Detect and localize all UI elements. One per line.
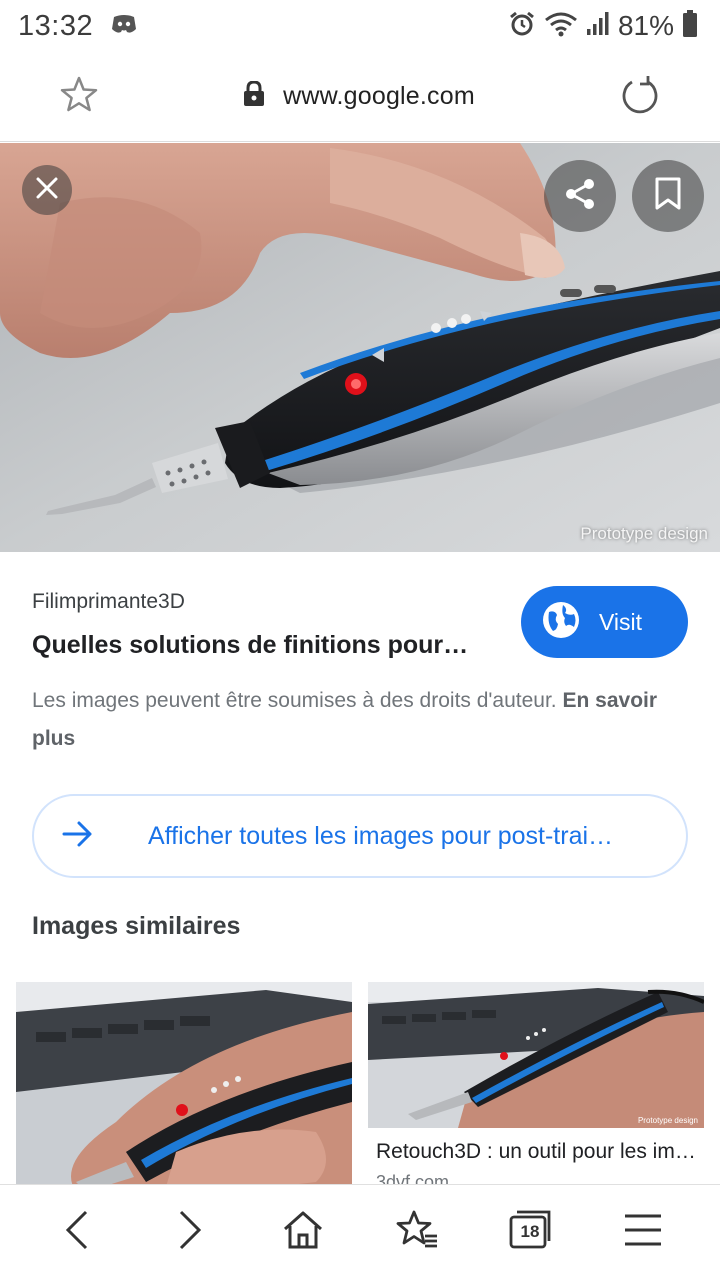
- bookmarks-icon: [395, 1209, 439, 1256]
- show-all-images-label: Afficher toutes les images pour post-tra…: [148, 821, 618, 850]
- menu-icon: [624, 1213, 662, 1252]
- reload-icon[interactable]: [620, 74, 660, 119]
- bookmark-icon: [654, 177, 682, 216]
- url-text: www.google.com: [283, 82, 475, 110]
- visit-button[interactable]: Visit: [521, 586, 688, 658]
- visit-label: Visit: [599, 608, 643, 635]
- url-bar: www.google.com: [0, 52, 720, 142]
- bookmark-button[interactable]: [632, 160, 704, 232]
- home-button[interactable]: [273, 1203, 333, 1263]
- forward-icon: [175, 1210, 205, 1255]
- lock-icon: [243, 80, 265, 112]
- share-button[interactable]: [544, 160, 616, 232]
- image-watermark: Prototype design: [580, 524, 708, 543]
- tab-count: 18: [520, 1221, 540, 1241]
- back-button[interactable]: [47, 1203, 107, 1263]
- status-time: 13:32: [18, 9, 94, 42]
- menu-button[interactable]: [613, 1203, 673, 1263]
- address-field[interactable]: www.google.com: [243, 80, 475, 112]
- similar-image-1[interactable]: [16, 982, 352, 1192]
- globe-icon: [541, 600, 581, 645]
- back-icon: [62, 1210, 92, 1255]
- show-all-images-button[interactable]: Afficher toutes les images pour post-tra…: [32, 794, 688, 878]
- tabs-button[interactable]: 18: [500, 1203, 560, 1263]
- similar-image-watermark: Prototype design: [637, 1116, 698, 1125]
- similar-image-2[interactable]: Prototype design: [368, 982, 704, 1128]
- result-source[interactable]: Filimprimante3D: [32, 590, 185, 614]
- similar-photo-1: [16, 982, 352, 1192]
- signal-icon: [586, 11, 610, 42]
- home-icon: [282, 1210, 324, 1255]
- result-title[interactable]: Quelles solutions de finitions pour vos …: [32, 631, 472, 660]
- discord-icon: [111, 13, 137, 40]
- bottom-navigation: 18: [0, 1184, 720, 1280]
- similar-image-caption[interactable]: Retouch3D : un outil pour les impression…: [376, 1140, 702, 1164]
- arrow-right-icon: [62, 820, 94, 853]
- bookmarks-button[interactable]: [387, 1203, 447, 1263]
- status-bar: 13:32 81%: [0, 0, 720, 52]
- copyright-notice: Les images peuvent être soumises à des d…: [32, 682, 692, 758]
- battery-percent: 81%: [617, 10, 674, 41]
- star-icon[interactable]: [60, 76, 98, 117]
- copyright-text: Les images peuvent être soumises à des d…: [32, 689, 557, 712]
- forward-button[interactable]: [160, 1203, 220, 1263]
- similar-images-heading: Images similaires: [32, 912, 241, 940]
- share-icon: [563, 177, 597, 216]
- alarm-icon: [508, 10, 536, 43]
- close-button[interactable]: [22, 165, 72, 215]
- wifi-icon: [544, 11, 578, 42]
- main-image[interactable]: Prototype design: [0, 143, 720, 552]
- battery-icon: [682, 9, 698, 43]
- close-icon: [35, 176, 59, 205]
- similar-photo-2: [368, 982, 704, 1128]
